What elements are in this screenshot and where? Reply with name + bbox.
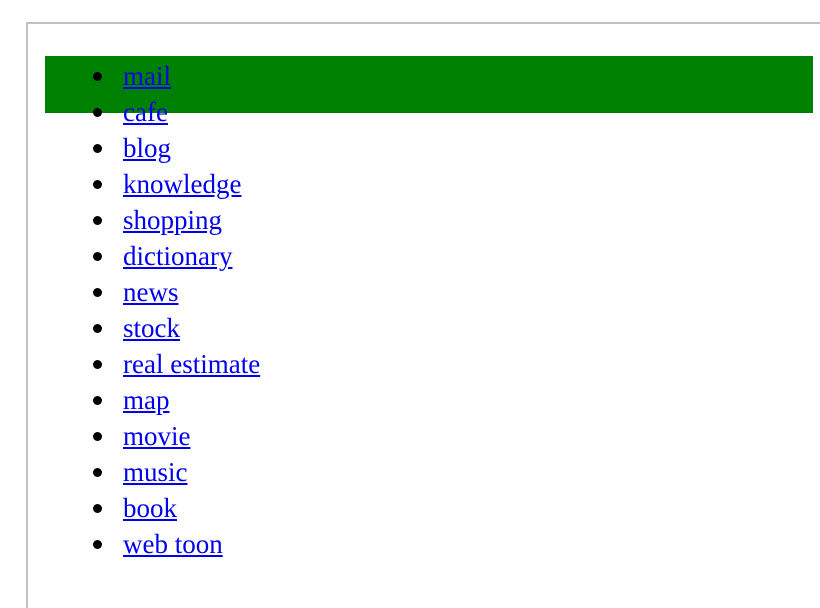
bullet-icon bbox=[93, 252, 102, 261]
list-item[interactable]: cafe bbox=[0, 94, 260, 130]
bullet-icon bbox=[93, 360, 102, 369]
nav-link-movie[interactable]: movie bbox=[123, 421, 191, 451]
nav-link-dictionary[interactable]: dictionary bbox=[123, 241, 232, 271]
nav-link-blog[interactable]: blog bbox=[123, 133, 171, 163]
bullet-icon bbox=[93, 324, 102, 333]
list-item[interactable]: real estimate bbox=[0, 346, 260, 382]
nav-link-shopping[interactable]: shopping bbox=[123, 205, 222, 235]
list-item[interactable]: dictionary bbox=[0, 238, 260, 274]
bullet-icon bbox=[93, 540, 102, 549]
list-item[interactable]: map bbox=[0, 382, 260, 418]
list-item[interactable]: news bbox=[0, 274, 260, 310]
nav-link-book[interactable]: book bbox=[123, 493, 177, 523]
nav-link-web-toon[interactable]: web toon bbox=[123, 529, 223, 559]
list-item[interactable]: knowledge bbox=[0, 166, 260, 202]
bullet-icon bbox=[93, 396, 102, 405]
nav-link-real-estimate[interactable]: real estimate bbox=[123, 349, 260, 379]
bullet-icon bbox=[93, 108, 102, 117]
bullet-icon bbox=[93, 216, 102, 225]
nav-link-music[interactable]: music bbox=[123, 457, 188, 487]
page-canvas: mail cafe blog knowledge shopping dictio bbox=[0, 0, 820, 608]
nav-link-knowledge[interactable]: knowledge bbox=[123, 169, 241, 199]
list-item[interactable]: movie bbox=[0, 418, 260, 454]
list-item[interactable]: stock bbox=[0, 310, 260, 346]
nav-link-map[interactable]: map bbox=[123, 385, 170, 415]
list-item[interactable]: web toon bbox=[0, 526, 260, 562]
nav-link-cafe[interactable]: cafe bbox=[123, 97, 168, 127]
list-item[interactable]: blog bbox=[0, 130, 260, 166]
nav-link-news[interactable]: news bbox=[123, 277, 179, 307]
list-item[interactable]: book bbox=[0, 490, 260, 526]
nav-list: mail cafe blog knowledge shopping dictio bbox=[0, 58, 260, 562]
list-item[interactable]: mail bbox=[0, 58, 260, 94]
bullet-icon bbox=[93, 288, 102, 297]
list-item[interactable]: shopping bbox=[0, 202, 260, 238]
bullet-icon bbox=[93, 432, 102, 441]
bullet-icon bbox=[93, 504, 102, 513]
list-item[interactable]: music bbox=[0, 454, 260, 490]
nav-link-stock[interactable]: stock bbox=[123, 313, 180, 343]
bullet-icon bbox=[93, 180, 102, 189]
nav-link-mail[interactable]: mail bbox=[123, 61, 171, 91]
bullet-icon bbox=[93, 468, 102, 477]
bullet-icon bbox=[93, 72, 102, 81]
bullet-icon bbox=[93, 144, 102, 153]
